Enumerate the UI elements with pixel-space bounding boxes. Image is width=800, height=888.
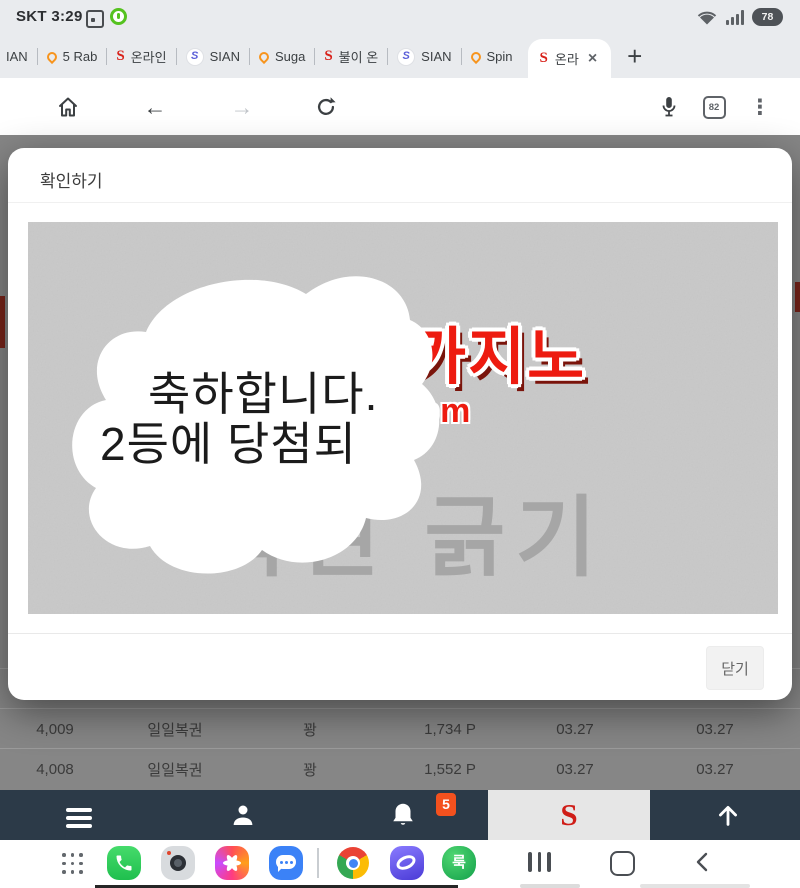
forward-button[interactable]: → [228,93,256,121]
messages-app-icon[interactable] [269,846,303,880]
dock-divider [317,848,319,878]
page-edge-accent [795,282,800,312]
flame-favicon [468,49,482,63]
tab-count: 82 [703,96,726,119]
back-button[interactable]: ← [141,93,169,121]
menu-button[interactable] [66,808,92,828]
person-icon [228,800,258,830]
up-arrow-icon [714,801,742,829]
browser-tab[interactable]: Suga [250,35,314,78]
congrats-line2: 2등에 당첨되 [100,408,357,474]
close-tab-icon[interactable]: × [586,50,599,68]
profile-button[interactable] [228,800,258,835]
site-nav-home-active[interactable]: S [488,790,650,840]
cell-date1: 03.27 [520,761,630,778]
wifi-icon [696,9,718,26]
browser-tab[interactable]: S SIAN [388,35,460,78]
sian-favicon: S [397,48,415,66]
cell-id: 4,009 [0,721,110,738]
browser-tab[interactable]: Spin [462,35,522,78]
dialog-footer-divider [8,633,792,634]
tab-label: Suga [275,49,305,64]
tab-label: 5 Rab [63,49,98,64]
carrier-time: SKT 3:29 [16,8,83,25]
cell-date2: 03.27 [630,761,800,778]
new-tab-button[interactable]: + [627,41,642,72]
tab-switcher-button[interactable]: 82 [700,93,728,121]
signal-icon [726,10,746,25]
flame-favicon [257,49,271,63]
cell-type: 일일복권 [110,719,240,740]
phone-app-icon[interactable] [107,846,141,880]
bottom-edge-shape [640,884,750,888]
battery-indicator: 78 [752,8,783,26]
reload-icon [314,95,338,119]
scratch-card[interactable]: 복권 긁기 온카지노 .com 축하합니다. 2등에 당첨되 [28,222,778,614]
gallery-app-icon[interactable] [215,846,249,880]
tab-label: IAN [6,49,28,64]
tab-label: 온라 [555,49,579,68]
s-logo-favicon: S [116,48,124,65]
camera-app-icon[interactable] [161,846,195,880]
tab-label: SIAN [210,49,240,64]
cell-date1: 03.27 [520,721,630,738]
tab-label: 불이 온 [339,47,379,66]
phone-handset-icon [114,853,134,873]
samsung-internet-app-icon[interactable] [390,846,424,880]
dialog-title: 확인하기 [40,167,103,192]
mic-icon [658,95,680,119]
bell-icon [388,800,418,830]
status-bar: SKT 3:29 78 [0,0,800,35]
browser-tab-active[interactable]: S 온라 × [528,39,612,78]
cell-type: 일일복권 [110,759,240,780]
cell-points: 1,552 P [380,761,520,778]
browser-tab[interactable]: S 온라인 [107,35,175,78]
tab-label: Spin [487,49,513,64]
tab-label: SIAN [421,49,451,64]
bottom-edge-shape [520,884,580,888]
mic-button[interactable] [655,93,683,121]
browser-tab[interactable]: 5 Rab [38,35,107,78]
browser-tab[interactable]: S SIAN [177,35,249,78]
app-drawer-button[interactable] [62,853,84,875]
tab-strip: IAN 5 Rab S 온라인 S SIAN Suga S 불이 온 S [0,35,800,78]
back-chevron-icon [692,850,714,874]
notifications-button[interactable] [388,800,418,835]
cell-result: 꽝 [240,759,380,780]
cell-id: 4,008 [0,761,110,778]
home-icon [56,95,80,119]
s-logo-favicon: S [540,50,548,67]
scroll-top-button[interactable] [714,801,742,834]
dialog-divider [8,202,792,203]
browser-toolbar: ← → seulca1.com/plugin/lotto/ ☆ [0,78,800,135]
confirm-dialog: 확인하기 복권 긁기 온카지노 .com 축하합니다. 2등에 당첨되 닫기 [8,148,792,700]
browser-tab[interactable]: S 불이 온 [315,35,387,78]
chrome-app-icon[interactable] [337,847,369,879]
flame-favicon [45,49,59,63]
cell-result: 꽝 [240,719,380,740]
tab-label: 온라인 [131,47,167,66]
screenshot-icon [86,10,104,28]
table-row: 4,009 일일복권 꽝 1,734 P 03.27 03.27 [0,708,800,749]
table-row: 4,008 일일복권 꽝 1,552 P 03.27 03.27 [0,748,800,789]
recents-button[interactable] [528,852,551,872]
back-nav-button[interactable] [692,850,714,879]
notification-badge: 5 [436,793,456,816]
browser-menu-button[interactable]: ⋮ [746,93,774,121]
browser-tab[interactable]: IAN [0,35,37,78]
page-edge-accent [0,296,5,348]
s-logo-favicon: S [324,48,332,65]
home-nav-button[interactable] [610,851,635,876]
korean-app-icon[interactable]: 룩 [442,846,476,880]
close-dialog-button[interactable]: 닫기 [706,646,764,690]
cell-points: 1,734 P [380,721,520,738]
cell-date2: 03.27 [630,721,800,738]
sian-favicon: S [186,48,204,66]
status-app-icon [110,8,127,25]
site-logo-icon: S [560,797,577,833]
screen: SKT 3:29 78 IAN 5 Rab S 온라인 S SIAN [0,0,800,888]
reload-button[interactable] [312,93,340,121]
home-button[interactable] [54,93,82,121]
